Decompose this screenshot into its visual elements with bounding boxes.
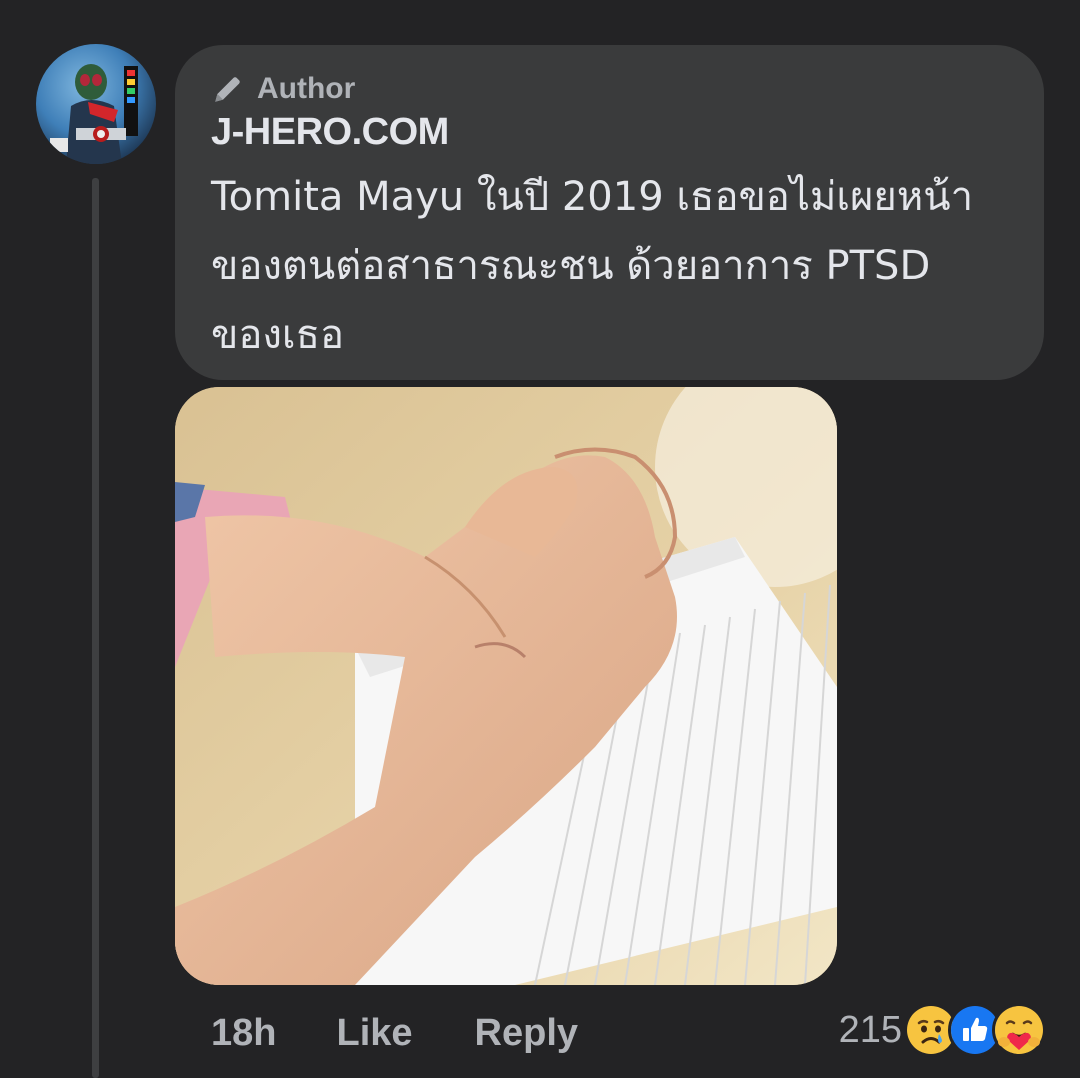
comment-photo[interactable] (175, 387, 837, 985)
author-badge-label: Author (257, 72, 356, 105)
avatar[interactable] (36, 44, 156, 164)
thread-line (92, 178, 99, 1078)
author-name[interactable]: J-HERO.COM (211, 109, 1010, 155)
reaction-count: 215 (838, 1008, 902, 1051)
comment-bubble: Author J-HERO.COM Tomita Mayu ในปี 2019 … (175, 45, 1044, 380)
reaction-summary[interactable]: 215 (839, 1002, 1046, 1058)
author-badge: Author (211, 71, 1010, 107)
avatar-image (50, 64, 138, 164)
pencil-icon (215, 77, 240, 102)
care-icon (992, 1003, 1046, 1057)
comment-timestamp[interactable]: 18h (211, 1012, 276, 1055)
comment-actions: 18h Like Reply (211, 1008, 578, 1058)
like-button[interactable]: Like (336, 1012, 412, 1055)
comment-text: Tomita Mayu ในปี 2019 เธอขอไม่เผยหน้าของ… (211, 174, 974, 358)
photo-hands-notebook (175, 387, 837, 985)
reply-button[interactable]: Reply (475, 1012, 578, 1055)
